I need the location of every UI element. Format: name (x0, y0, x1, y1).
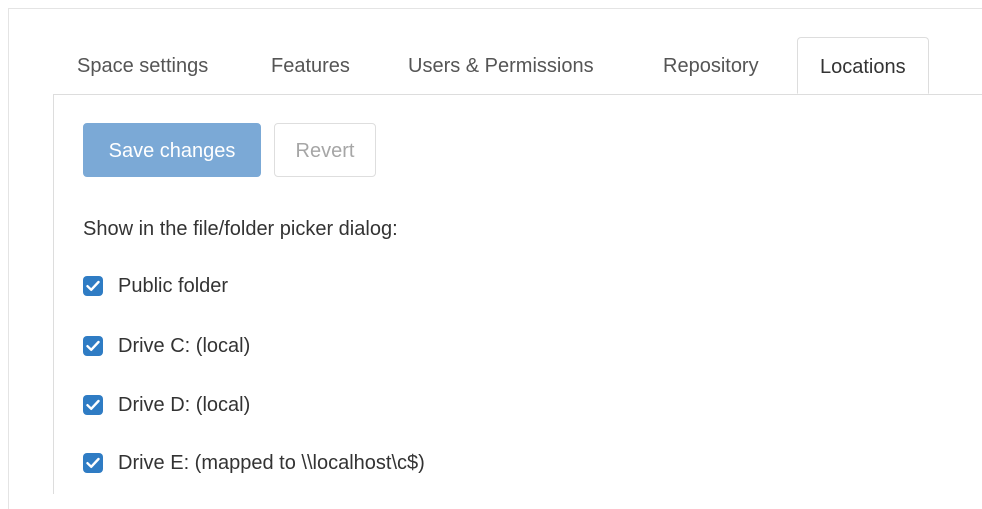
checkmark-icon (86, 399, 100, 410)
tab-locations[interactable]: Locations (797, 37, 929, 94)
drive-c-label: Drive C: (local) (118, 334, 251, 357)
tab-features[interactable]: Features (271, 37, 350, 94)
picker-caption: Show in the file/folder picker dialog: (83, 218, 398, 240)
checkmark-icon (86, 457, 100, 468)
option-drive-d[interactable]: Drive D: (local) (83, 393, 250, 417)
drive-e-checkbox[interactable] (83, 453, 103, 473)
tab-users-permissions[interactable]: Users & Permissions (408, 37, 594, 94)
drive-e-label: Drive E: (mapped to \\localhost\c$) (118, 451, 425, 474)
public-folder-checkbox[interactable] (83, 276, 103, 296)
drive-d-checkbox[interactable] (83, 395, 103, 415)
drive-c-checkbox[interactable] (83, 336, 103, 356)
tab-space-settings[interactable]: Space settings (77, 37, 208, 94)
checkmark-icon (86, 280, 100, 291)
drive-d-label: Drive D: (local) (118, 393, 251, 416)
tab-bar: Space settings Features Users & Permissi… (53, 37, 982, 95)
option-drive-e[interactable]: Drive E: (mapped to \\localhost\c$) (83, 451, 425, 475)
public-folder-label: Public folder (118, 274, 229, 297)
checkmark-icon (86, 340, 100, 351)
revert-button[interactable]: Revert (274, 123, 376, 177)
option-drive-c[interactable]: Drive C: (local) (83, 334, 250, 358)
tab-repository[interactable]: Repository (663, 37, 759, 94)
option-public-folder[interactable]: Public folder (83, 274, 228, 298)
save-changes-button[interactable]: Save changes (83, 123, 261, 177)
